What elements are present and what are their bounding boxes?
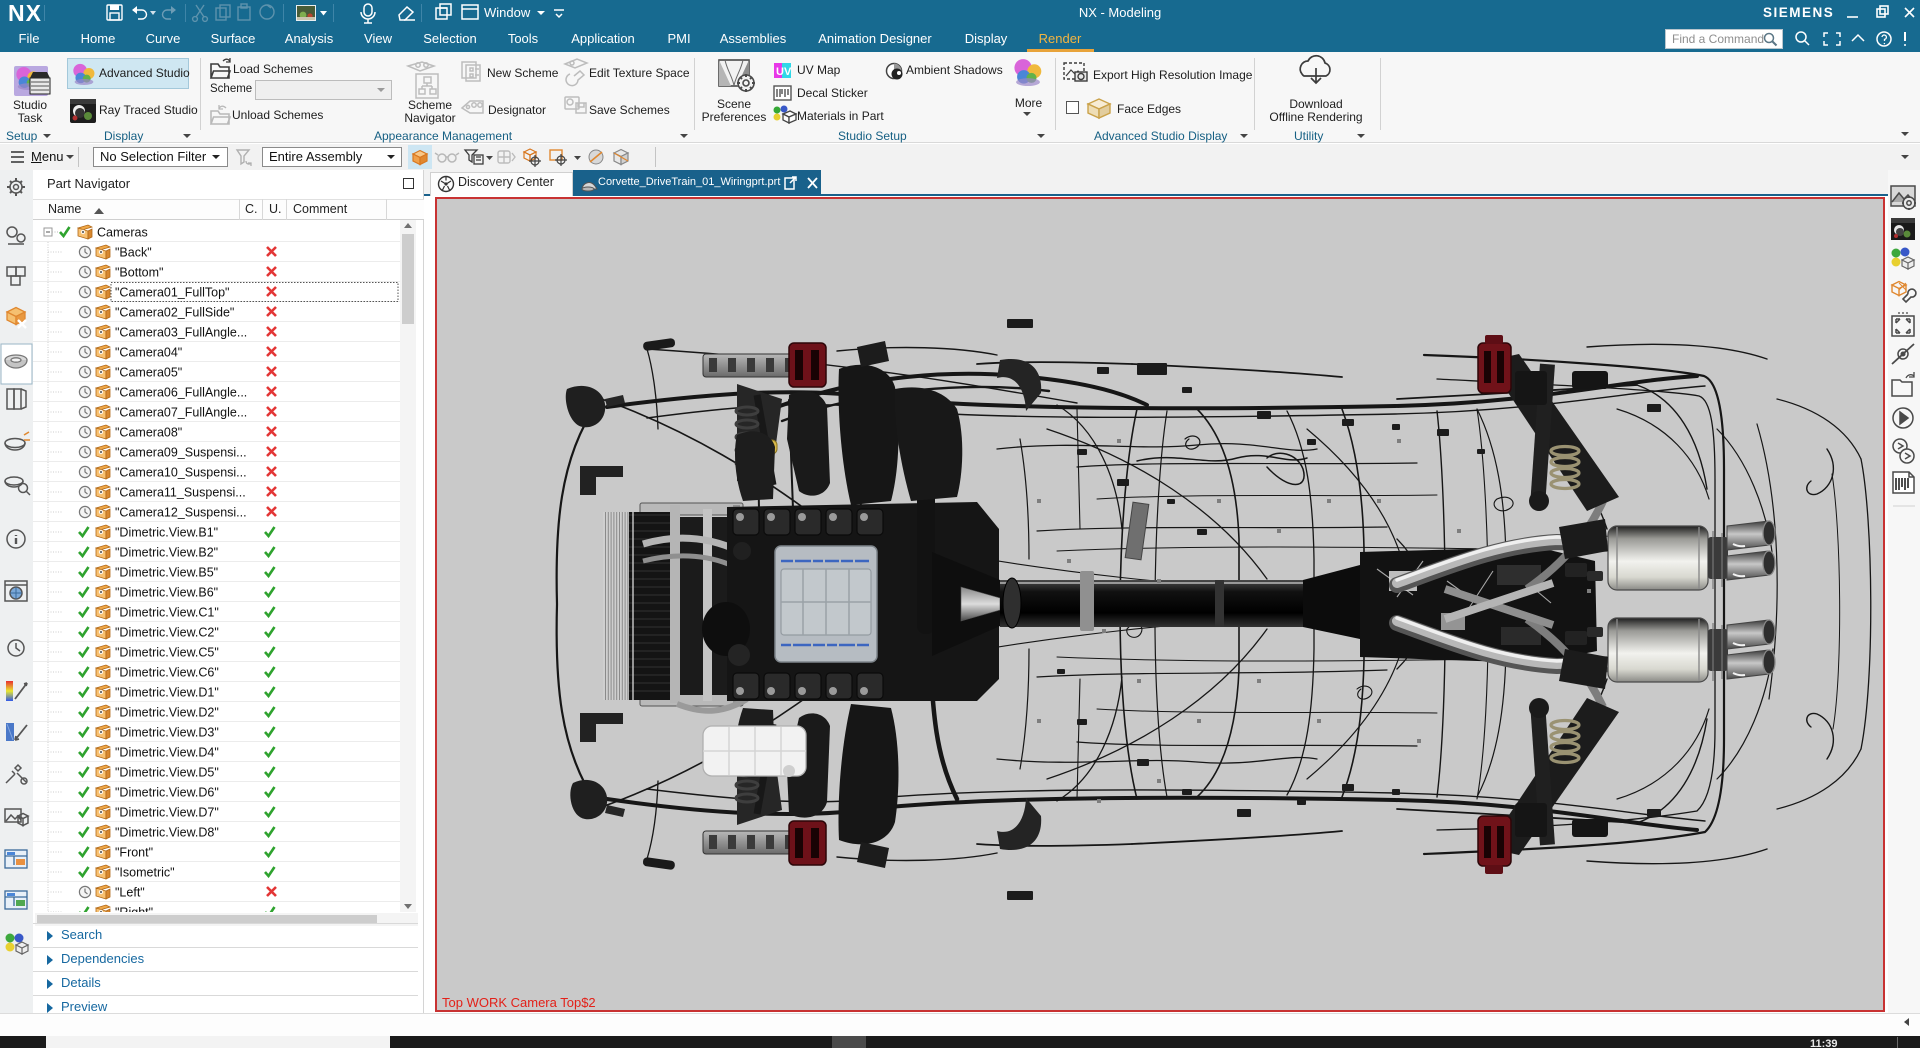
svg-text:Cameras: Cameras	[97, 226, 148, 240]
svg-text:"Front": "Front"	[115, 846, 153, 860]
svg-text:"Camera12_Suspensi...: "Camera12_Suspensi...	[115, 506, 247, 520]
svg-text:"Camera06_FullAngle...: "Camera06_FullAngle...	[115, 386, 247, 400]
svg-text:"Dimetric.View.B6": "Dimetric.View.B6"	[115, 586, 218, 600]
svg-text:"Dimetric.View.B1": "Dimetric.View.B1"	[115, 526, 218, 540]
svg-text:"Camera10_Suspensi...: "Camera10_Suspensi...	[115, 466, 247, 480]
svg-text:"Dimetric.View.D2": "Dimetric.View.D2"	[115, 706, 219, 720]
svg-text:"Dimetric.View.D6": "Dimetric.View.D6"	[115, 786, 219, 800]
svg-text:"Camera11_Suspensi...: "Camera11_Suspensi...	[115, 486, 246, 500]
svg-text:"Dimetric.View.C2": "Dimetric.View.C2"	[115, 626, 219, 640]
svg-text:"Dimetric.View.D3": "Dimetric.View.D3"	[115, 726, 219, 740]
svg-text:"Right": "Right"	[115, 906, 153, 913]
svg-text:"Camera07_FullAngle...: "Camera07_FullAngle...	[115, 406, 247, 420]
svg-text:"Camera08": "Camera08"	[115, 426, 182, 440]
svg-text:"Dimetric.View.C5": "Dimetric.View.C5"	[115, 646, 219, 660]
svg-text:"Bottom": "Bottom"	[115, 266, 163, 280]
svg-text:"Dimetric.View.B5": "Dimetric.View.B5"	[115, 566, 218, 580]
svg-text:"Camera01_FullTop": "Camera01_FullTop"	[115, 286, 229, 300]
svg-text:"Camera09_Suspensi...: "Camera09_Suspensi...	[115, 446, 247, 460]
svg-text:Top WORK Camera Top$2: Top WORK Camera Top$2	[442, 995, 596, 1010]
svg-text:"Camera05": "Camera05"	[115, 366, 182, 380]
svg-text:"Dimetric.View.C1": "Dimetric.View.C1"	[115, 606, 219, 620]
svg-text:"Camera02_FullSide": "Camera02_FullSide"	[115, 306, 234, 320]
svg-text:UV: UV	[776, 66, 792, 78]
svg-text:"Dimetric.View.D8": "Dimetric.View.D8"	[115, 826, 219, 840]
svg-text:"Camera03_FullAngle...: "Camera03_FullAngle...	[115, 326, 247, 340]
svg-text:"Left": "Left"	[115, 886, 145, 900]
svg-text:"Dimetric.View.D5": "Dimetric.View.D5"	[115, 766, 219, 780]
svg-text:"Isometric": "Isometric"	[115, 866, 175, 880]
svg-text:"Back": "Back"	[115, 246, 152, 260]
svg-text:"Dimetric.View.B2": "Dimetric.View.B2"	[115, 546, 218, 560]
svg-text:"Dimetric.View.D7": "Dimetric.View.D7"	[115, 806, 219, 820]
svg-text:"Dimetric.View.C6": "Dimetric.View.C6"	[115, 666, 219, 680]
svg-text:"Dimetric.View.D4": "Dimetric.View.D4"	[115, 746, 219, 760]
svg-text:"Camera04": "Camera04"	[115, 346, 182, 360]
svg-text:"Dimetric.View.D1": "Dimetric.View.D1"	[115, 686, 219, 700]
